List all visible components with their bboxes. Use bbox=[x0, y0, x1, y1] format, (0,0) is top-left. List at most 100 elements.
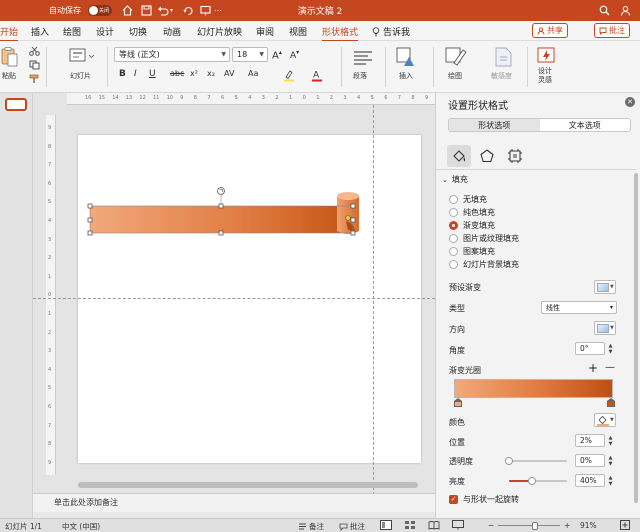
tab-design[interactable]: 设计 bbox=[96, 25, 114, 38]
position-input[interactable]: 2% ▲ ▼ bbox=[575, 434, 612, 447]
superscript-button[interactable]: x² bbox=[190, 69, 198, 78]
font-size-combo[interactable]: 18 ▼ bbox=[232, 47, 268, 62]
normal-view-button[interactable] bbox=[380, 520, 392, 530]
radio-no-fill[interactable]: 无填充 bbox=[449, 194, 487, 205]
sensitivity-button[interactable] bbox=[488, 45, 518, 69]
close-panel-icon[interactable]: ✕ bbox=[625, 97, 635, 107]
tab-draw[interactable]: 绘图 bbox=[63, 25, 81, 38]
brightness-stepper-icon[interactable]: ▲ ▼ bbox=[606, 475, 615, 487]
radio-gradient-fill[interactable]: 渐变填充 bbox=[449, 220, 495, 231]
angle-input[interactable]: 0° ▲ ▼ bbox=[575, 342, 612, 355]
tab-view[interactable]: 视图 bbox=[289, 25, 307, 38]
presenter-icon[interactable] bbox=[199, 4, 211, 16]
italic-button[interactable]: I bbox=[134, 69, 137, 79]
sorter-view-button[interactable] bbox=[404, 520, 416, 530]
fill-section-header[interactable]: ⌄ 填充 bbox=[442, 174, 468, 185]
tab-review[interactable]: 审阅 bbox=[256, 25, 274, 38]
notes-pane[interactable]: 单击此处添加备注 bbox=[33, 493, 435, 512]
bold-button[interactable]: B bbox=[119, 69, 126, 79]
size-properties-category[interactable] bbox=[503, 145, 527, 167]
slideshow-view-button[interactable] bbox=[452, 520, 464, 530]
tab-insert[interactable]: 插入 bbox=[31, 25, 49, 38]
undo-dropdown-chevron-icon[interactable]: ▾ bbox=[170, 4, 173, 17]
search-icon[interactable] bbox=[598, 4, 610, 16]
language-indicator[interactable]: 中文 (中国) bbox=[62, 521, 100, 532]
tab-text-options[interactable]: 文本选项 bbox=[540, 119, 631, 131]
tab-shape-options[interactable]: 形状选项 bbox=[449, 119, 540, 131]
tab-tell-me[interactable]: 告诉我 bbox=[372, 25, 410, 38]
comments-button[interactable]: 批注 bbox=[594, 23, 630, 38]
paragraph-button[interactable] bbox=[349, 46, 379, 70]
grow-font-button[interactable]: A▴ bbox=[272, 49, 282, 61]
stop-color-picker[interactable]: ▼ bbox=[594, 413, 616, 427]
subscript-button[interactable]: x₂ bbox=[207, 69, 215, 78]
panel-scrollbar[interactable] bbox=[634, 173, 638, 503]
character-spacing-button[interactable]: AV bbox=[224, 69, 234, 78]
tab-slideshow[interactable]: 幻灯片放映 bbox=[197, 25, 242, 38]
brightness-slider-knob[interactable] bbox=[528, 477, 537, 485]
change-case-button[interactable]: Aa bbox=[248, 69, 258, 78]
direction-picker[interactable]: ▼ bbox=[594, 321, 616, 335]
strikethrough-button[interactable]: abc bbox=[170, 69, 184, 78]
zoom-out-button[interactable]: − bbox=[488, 521, 494, 530]
preset-gradient-picker[interactable]: ▼ bbox=[594, 280, 616, 294]
vertical-guide[interactable] bbox=[373, 105, 374, 493]
copy-icon[interactable] bbox=[28, 60, 40, 70]
horizontal-scrollbar[interactable] bbox=[78, 482, 418, 488]
zoom-slider-track[interactable] bbox=[498, 525, 560, 526]
zoom-level[interactable]: 91% bbox=[580, 521, 597, 530]
gradient-type-select[interactable]: 线性 ▾ bbox=[541, 301, 617, 314]
fill-line-category[interactable] bbox=[447, 145, 471, 167]
radio-solid-fill[interactable]: 纯色填充 bbox=[449, 207, 495, 218]
effects-category[interactable] bbox=[475, 145, 499, 167]
paste-button[interactable] bbox=[0, 45, 20, 69]
transparency-slider-knob[interactable] bbox=[505, 457, 513, 465]
radio-slide-background-fill[interactable]: 幻灯片背景填充 bbox=[449, 259, 519, 270]
user-icon[interactable] bbox=[619, 4, 631, 16]
tab-home[interactable]: 开始 bbox=[0, 25, 19, 42]
zoom-in-button[interactable]: + bbox=[564, 521, 570, 530]
zoom-slider-knob[interactable] bbox=[532, 522, 538, 530]
tab-animations[interactable]: 动画 bbox=[163, 25, 181, 38]
adjust-handle-icon[interactable] bbox=[345, 215, 351, 221]
transparency-stepper-icon[interactable]: ▲ ▼ bbox=[606, 455, 615, 467]
horizontal-guide[interactable] bbox=[33, 298, 435, 299]
undo-icon[interactable] bbox=[157, 4, 169, 16]
gradient-stop-1[interactable] bbox=[454, 398, 462, 407]
gradient-stops-bar[interactable] bbox=[454, 379, 613, 398]
add-gradient-stop-button[interactable]: + bbox=[588, 361, 598, 375]
rotate-with-shape-checkbox[interactable]: ✓ 与形状一起旋转 bbox=[449, 494, 519, 505]
remove-gradient-stop-button[interactable]: — bbox=[605, 362, 615, 373]
format-painter-icon[interactable] bbox=[28, 74, 40, 84]
reading-view-button[interactable] bbox=[428, 520, 440, 530]
transparency-input[interactable]: 0% ▲ ▼ bbox=[575, 454, 612, 467]
new-slide-button[interactable] bbox=[66, 45, 96, 69]
share-button[interactable]: 共享 bbox=[532, 23, 568, 38]
drawing-button[interactable] bbox=[442, 45, 472, 69]
comments-toggle-button[interactable]: 批注 bbox=[339, 521, 365, 532]
transparency-slider-track[interactable] bbox=[509, 460, 567, 462]
brightness-input[interactable]: 40% ▲ ▼ bbox=[575, 474, 612, 487]
more-icon[interactable]: ⋯ bbox=[214, 4, 222, 17]
save-icon[interactable] bbox=[140, 4, 152, 16]
slide-canvas[interactable] bbox=[78, 135, 421, 463]
radio-picture-fill[interactable]: 图片或纹理填充 bbox=[449, 233, 519, 244]
font-color-icon[interactable]: A bbox=[310, 68, 324, 82]
home-icon[interactable] bbox=[121, 4, 133, 16]
tab-shape-format[interactable]: 形状格式 bbox=[322, 25, 359, 42]
cut-icon[interactable] bbox=[28, 46, 40, 56]
insert-shape-button[interactable] bbox=[393, 45, 423, 69]
font-name-combo[interactable]: 等线 (正文) ▼ bbox=[114, 47, 230, 62]
underline-button[interactable]: U bbox=[149, 69, 156, 79]
position-stepper-icon[interactable]: ▲ ▼ bbox=[606, 435, 615, 447]
autosave-toggle[interactable]: 关闭 bbox=[84, 4, 112, 17]
ribbon-shape[interactable] bbox=[78, 135, 421, 463]
radio-pattern-fill[interactable]: 图案填充 bbox=[449, 246, 495, 257]
shrink-font-button[interactable]: A▾ bbox=[290, 49, 299, 61]
slide-thumbnail-1[interactable] bbox=[5, 98, 27, 111]
tab-transitions[interactable]: 切换 bbox=[129, 25, 147, 38]
fit-to-window-button[interactable] bbox=[620, 520, 630, 530]
designer-button[interactable] bbox=[534, 45, 560, 67]
gradient-stop-2[interactable] bbox=[607, 398, 615, 407]
highlight-icon[interactable] bbox=[282, 68, 296, 82]
